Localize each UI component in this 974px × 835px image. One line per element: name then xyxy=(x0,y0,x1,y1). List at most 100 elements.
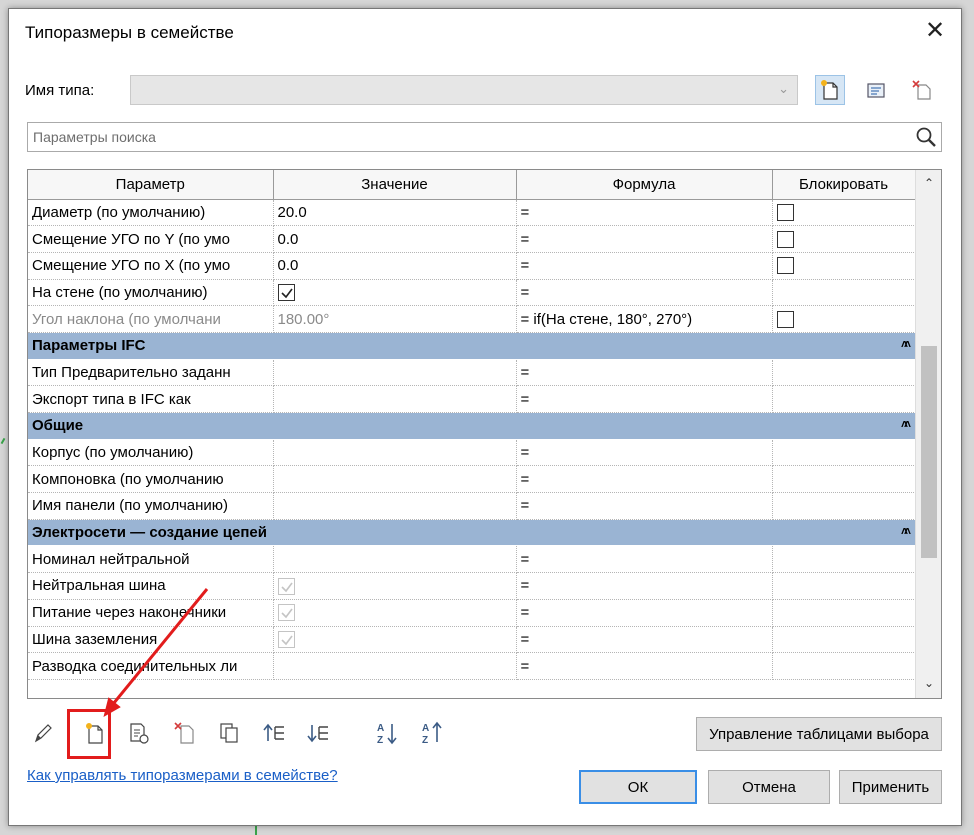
cell-lock[interactable] xyxy=(772,652,916,680)
cell-param[interactable]: Смещение УГО по Y (по умо xyxy=(28,225,274,253)
table-row[interactable]: Питание через наконечники = xyxy=(28,599,916,627)
table-row[interactable]: Корпус (по умолчанию) = xyxy=(28,439,916,467)
search-input[interactable]: Параметры поиска xyxy=(27,122,942,152)
cell-formula[interactable]: = xyxy=(516,439,773,467)
cell-value[interactable] xyxy=(273,626,517,654)
cell-formula[interactable]: = xyxy=(516,199,773,227)
lock-checkbox[interactable] xyxy=(776,204,794,222)
value-checkbox[interactable] xyxy=(277,284,295,302)
move-up-button[interactable] xyxy=(259,715,291,751)
cell-lock[interactable] xyxy=(772,572,916,600)
group-header-row[interactable]: Электросети — создание цепей ˄˄ xyxy=(28,519,915,547)
column-header-formula[interactable]: Формула xyxy=(516,170,773,200)
cell-param[interactable]: На стене (по умолчанию) xyxy=(28,279,274,307)
cell-value[interactable] xyxy=(273,599,517,627)
rename-type-bottom-button[interactable] xyxy=(123,715,155,751)
cell-param[interactable]: Корпус (по умолчанию) xyxy=(28,439,274,467)
cell-param[interactable]: Диаметр (по умолчанию) xyxy=(28,199,274,227)
collapse-chevron-icon[interactable]: ˄˄ xyxy=(901,337,911,351)
cell-formula[interactable]: = xyxy=(516,279,773,307)
new-type-button[interactable] xyxy=(815,75,845,105)
cell-value[interactable] xyxy=(273,572,517,600)
cell-lock[interactable] xyxy=(772,439,916,467)
cell-formula[interactable]: = xyxy=(516,626,773,654)
manage-lookup-tables-button[interactable]: Управление таблицами выбора xyxy=(696,717,942,751)
cell-lock[interactable] xyxy=(772,199,916,227)
table-row[interactable]: Тип Предварительно заданн = xyxy=(28,359,916,387)
scrollbar-thumb[interactable] xyxy=(921,346,937,558)
lock-checkbox[interactable] xyxy=(776,310,794,328)
apply-button[interactable]: Применить xyxy=(839,770,942,804)
group-header-cell[interactable]: Параметры IFC ˄˄ xyxy=(28,332,915,360)
cell-value[interactable] xyxy=(273,279,517,307)
cell-param[interactable]: Угол наклона (по умолчани xyxy=(28,305,274,333)
column-header-value[interactable]: Значение xyxy=(273,170,517,200)
cell-lock[interactable] xyxy=(772,305,916,333)
table-row[interactable]: Разводка соединительных ли = xyxy=(28,652,916,680)
table-row[interactable]: Смещение УГО по Y (по умо 0.0 = xyxy=(28,225,916,253)
table-row[interactable]: Компоновка (по умолчанию = xyxy=(28,465,916,494)
column-header-parameter[interactable]: Параметр xyxy=(28,170,274,200)
cell-formula[interactable]: = xyxy=(516,572,773,600)
cell-param[interactable]: Имя панели (по умолчанию) xyxy=(28,492,274,520)
cell-value[interactable] xyxy=(273,385,517,413)
scroll-up-icon[interactable]: ⌃ xyxy=(921,176,937,192)
cell-lock[interactable] xyxy=(772,626,916,654)
table-row[interactable]: Шина заземления = xyxy=(28,626,916,654)
cell-formula[interactable]: = xyxy=(516,545,773,574)
cell-value[interactable] xyxy=(273,492,517,520)
table-row[interactable]: Диаметр (по умолчанию) 20.0 = xyxy=(28,199,916,227)
table-row[interactable]: Экспорт типа в IFC как = xyxy=(28,385,916,413)
cell-param[interactable]: Питание через наконечники xyxy=(28,599,274,627)
cell-lock[interactable] xyxy=(772,252,916,280)
collapse-chevron-icon[interactable]: ˄˄ xyxy=(901,524,911,538)
cell-param[interactable]: Шина заземления xyxy=(28,626,274,654)
column-header-lock[interactable]: Блокировать xyxy=(772,170,916,200)
cell-formula[interactable]: = xyxy=(516,465,773,494)
cell-lock[interactable] xyxy=(772,492,916,520)
cell-param[interactable]: Разводка соединительных ли xyxy=(28,652,274,680)
cell-lock[interactable] xyxy=(772,599,916,627)
cell-formula[interactable]: = xyxy=(516,652,773,680)
cell-param[interactable]: Нейтральная шина xyxy=(28,572,274,600)
cell-lock[interactable] xyxy=(772,359,916,387)
delete-type-button[interactable] xyxy=(907,75,937,105)
cell-value[interactable]: 20.0 xyxy=(273,199,517,227)
sort-descending-button[interactable]: A Z xyxy=(416,715,448,751)
help-link[interactable]: Как управлять типоразмерами в семействе? xyxy=(27,767,338,784)
cell-param[interactable]: Экспорт типа в IFC как xyxy=(28,385,274,413)
cell-param[interactable]: Компоновка (по умолчанию xyxy=(28,465,274,494)
collapse-chevron-icon[interactable]: ˄˄ xyxy=(901,417,911,431)
table-row[interactable]: Номинал нейтральной = xyxy=(28,545,916,574)
cell-formula[interactable]: = xyxy=(516,599,773,627)
chevron-down-icon[interactable]: ⌄ xyxy=(778,81,789,97)
cell-value[interactable]: 0.0 xyxy=(273,252,517,280)
cell-lock[interactable] xyxy=(772,225,916,253)
group-header-cell[interactable]: Общие ˄˄ xyxy=(28,412,915,440)
table-row[interactable]: Имя панели (по умолчанию) = xyxy=(28,492,916,520)
table-row[interactable]: Смещение УГО по X (по умо 0.0 = xyxy=(28,252,916,280)
cell-value[interactable]: 180.00° xyxy=(273,305,517,333)
cell-param[interactable]: Смещение УГО по X (по умо xyxy=(28,252,274,280)
vertical-scrollbar[interactable]: ⌃ ⌄ xyxy=(915,170,941,698)
cell-value[interactable] xyxy=(273,545,517,574)
close-button[interactable]: ✕ xyxy=(923,19,947,43)
duplicate-type-button[interactable] xyxy=(213,715,245,751)
search-icon[interactable] xyxy=(914,126,938,148)
cell-lock[interactable] xyxy=(772,465,916,494)
cell-lock[interactable] xyxy=(772,279,916,307)
delete-type-bottom-button[interactable] xyxy=(169,715,201,751)
cell-value[interactable]: 0.0 xyxy=(273,225,517,253)
cell-lock[interactable] xyxy=(772,385,916,413)
cell-param[interactable]: Тип Предварительно заданн xyxy=(28,359,274,387)
group-header-cell[interactable]: Электросети — создание цепей ˄˄ xyxy=(28,519,915,547)
lock-checkbox[interactable] xyxy=(776,257,794,275)
cell-lock[interactable] xyxy=(772,545,916,574)
move-down-button[interactable] xyxy=(303,715,335,751)
rename-type-button[interactable] xyxy=(861,75,891,105)
sort-ascending-button[interactable]: A Z xyxy=(371,715,403,751)
group-header-row[interactable]: Общие ˄˄ xyxy=(28,412,915,440)
cell-formula[interactable]: = xyxy=(516,385,773,413)
cell-value[interactable] xyxy=(273,465,517,494)
type-name-combobox[interactable]: ⌄ xyxy=(130,75,798,105)
